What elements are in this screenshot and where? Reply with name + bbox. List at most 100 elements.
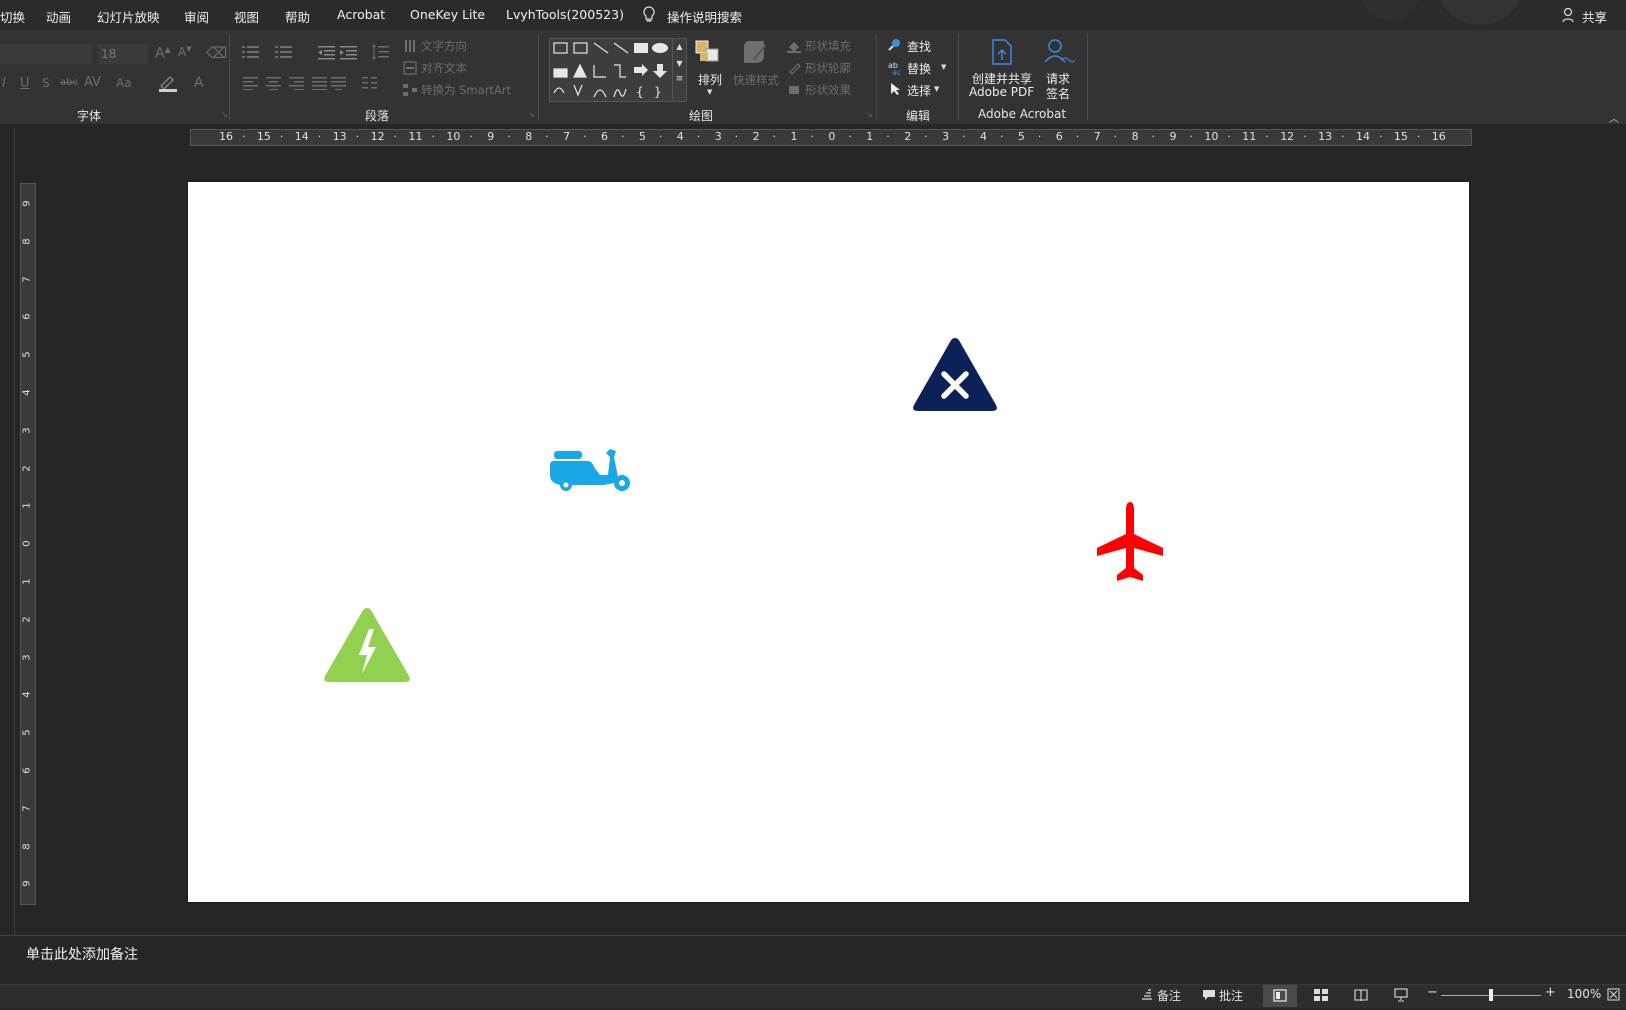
tab-animations[interactable]: 动画 — [46, 7, 71, 26]
dialog-launcher-icon[interactable]: ↘ — [866, 110, 873, 119]
shape-outline-button[interactable]: 形状轮廓 — [805, 60, 851, 76]
change-case-icon[interactable]: Aa — [116, 76, 132, 90]
zoom-out-icon[interactable]: − — [1427, 985, 1438, 1000]
decrease-indent-icon[interactable] — [318, 44, 336, 63]
tab-slideshow[interactable]: 幻灯片放映 — [97, 7, 160, 26]
convert-smartart-button[interactable]: 转换为 SmartArt — [421, 82, 511, 98]
tab-acrobat[interactable]: Acrobat — [337, 7, 385, 22]
tab-view[interactable]: 视图 — [234, 7, 259, 26]
ruler-number: 14 — [294, 130, 309, 143]
replace-button[interactable]: 替换 — [907, 60, 931, 77]
ruler-number: 6 — [21, 313, 33, 321]
ruler-number: 13 — [1318, 130, 1333, 143]
shape-outline-icon — [787, 61, 801, 78]
notes-divider[interactable] — [0, 935, 1626, 936]
normal-view-button[interactable] — [1263, 985, 1297, 1007]
align-right-icon[interactable] — [289, 76, 305, 93]
collapse-ribbon-icon[interactable]: ︿ — [1609, 110, 1619, 125]
horizontal-ruler[interactable]: 16 · 15 · 14 · 13 · 12 · 11 · 10 · 9 · 8 · 7 · 6 · 5 · 4 · 3 · 2 · 1 · 0… — [190, 129, 1472, 146]
ruler-tick: · — [1113, 130, 1118, 143]
font-size-box[interactable]: 18 — [98, 44, 148, 64]
scooter-icon[interactable] — [548, 447, 632, 491]
char-spacing-icon[interactable]: AV — [84, 75, 101, 90]
tab-review[interactable]: 审阅 — [184, 7, 209, 26]
quick-styles-button[interactable]: 快速样式 — [733, 72, 779, 88]
gallery-scroll[interactable]: ▲ ▼ ≡ — [672, 38, 686, 100]
strikethrough-icon[interactable]: abc — [60, 77, 78, 88]
ruler-number: 2 — [752, 130, 760, 143]
align-center-icon[interactable] — [266, 76, 282, 93]
align-text-button[interactable]: 对齐文本 — [421, 60, 467, 76]
shape-effects-button[interactable]: 形状效果 — [805, 82, 851, 98]
numbering-icon[interactable] — [275, 44, 293, 63]
comments-toggle-button[interactable]: 批注 — [1219, 987, 1243, 1004]
zoom-slider-handle[interactable] — [1489, 989, 1493, 1001]
shape-gallery[interactable]: {} — [549, 38, 687, 102]
line-spacing-icon[interactable] — [372, 44, 390, 63]
create-pdf-icon — [990, 38, 1014, 69]
align-left-icon[interactable] — [243, 76, 259, 93]
underline-icon[interactable]: U — [20, 76, 30, 91]
justify-icon[interactable] — [312, 76, 328, 93]
normal-view-icon — [1273, 989, 1287, 1002]
tab-onekey-lite[interactable]: OneKey Lite — [410, 7, 485, 22]
vertical-ruler[interactable]: 9 8 7 6 5 4 3 2 1 0 1 2 3 4 5 6 7 8 9 — [20, 183, 36, 905]
separator — [1087, 34, 1088, 120]
fit-to-window-icon[interactable] — [1607, 988, 1620, 1004]
ruler-number: 3 — [714, 130, 722, 143]
text-direction-button[interactable]: 文字方向 — [421, 38, 467, 54]
shrink-font-icon[interactable]: A▼ — [178, 45, 192, 59]
notes-placeholder[interactable]: 单击此处添加备注 — [26, 944, 138, 964]
airplane-icon[interactable] — [1095, 502, 1165, 584]
slide-canvas[interactable] — [188, 182, 1469, 902]
highlight-color-icon[interactable] — [158, 74, 178, 95]
grow-font-icon[interactable]: A▲ — [155, 45, 171, 62]
group-label-paragraph: 段落 — [365, 109, 390, 123]
create-share-pdf-line2[interactable]: Adobe PDF — [969, 85, 1034, 99]
slideshow-icon[interactable] — [1394, 988, 1408, 1005]
ruler-number: 7 — [563, 130, 571, 143]
ruler-tick: · — [924, 130, 928, 143]
ruler-number: 8 — [1131, 130, 1139, 143]
shadow-text-icon[interactable]: S — [42, 76, 50, 90]
shape-fill-button[interactable]: 形状填充 — [805, 38, 851, 54]
increase-indent-icon[interactable] — [340, 44, 358, 63]
ruler-number: 2 — [21, 616, 33, 623]
columns-icon[interactable] — [362, 76, 378, 93]
notes-toggle-button[interactable]: 备注 — [1157, 987, 1181, 1004]
distributed-icon[interactable] — [331, 76, 347, 93]
reading-view-icon[interactable] — [1354, 988, 1368, 1005]
tell-me-search[interactable]: 操作说明搜索 — [667, 7, 742, 26]
ruler-number: 1 — [790, 130, 798, 143]
ruler-tick: · — [469, 130, 473, 143]
bullets-icon[interactable] — [242, 44, 260, 63]
ruler-number: 3 — [21, 653, 33, 661]
ruler-number: 7 — [1093, 130, 1101, 143]
share-button[interactable]: 共享 — [1582, 7, 1607, 26]
font-color-icon[interactable]: A — [194, 75, 204, 91]
find-button[interactable]: 查找 — [907, 38, 931, 55]
high-voltage-triangle-icon[interactable] — [322, 605, 412, 685]
slide-sorter-icon[interactable] — [1314, 989, 1328, 1005]
clear-format-icon[interactable]: ⌫ — [206, 44, 227, 62]
ruler-number: 0 — [828, 130, 836, 143]
dialog-launcher-icon[interactable]: ↘ — [221, 110, 228, 119]
ruler-number: 6 — [21, 767, 33, 774]
x-warning-triangle-icon[interactable] — [911, 335, 999, 413]
italic-icon[interactable]: I — [2, 76, 6, 91]
dialog-launcher-icon[interactable]: ↘ — [528, 110, 535, 119]
arrange-button[interactable]: 排列 — [698, 71, 722, 88]
ruler-number: 8 — [525, 130, 533, 143]
tab-transitions[interactable]: 切换 — [0, 7, 25, 26]
zoom-level[interactable]: 100% — [1567, 987, 1601, 1001]
ruler-number: 6 — [601, 130, 608, 143]
separator — [229, 34, 230, 120]
zoom-in-icon[interactable]: + — [1545, 985, 1556, 1000]
ruler-number: 1 — [21, 502, 33, 510]
tab-lvyhtools[interactable]: LvyhTools(200523) — [506, 7, 624, 22]
ruler-tick: · — [1265, 130, 1269, 143]
font-name-box[interactable] — [0, 44, 92, 64]
request-sign-line2[interactable]: 签名 — [1046, 85, 1070, 102]
tab-help[interactable]: 帮助 — [285, 7, 310, 26]
select-button[interactable]: 选择 — [907, 82, 931, 99]
